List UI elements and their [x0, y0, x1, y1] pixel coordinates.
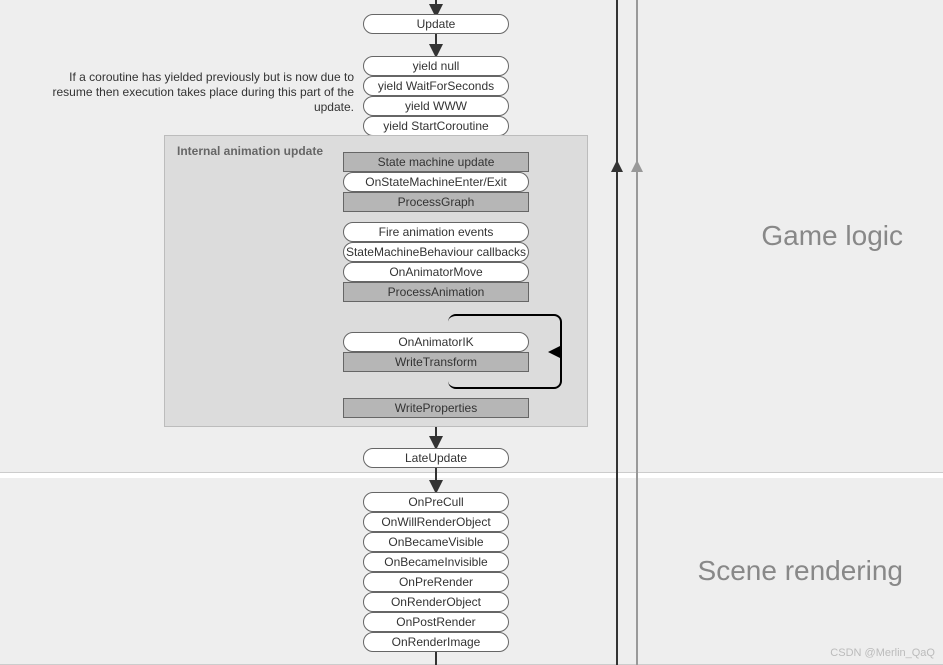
- arrow-up-icon: [548, 346, 560, 358]
- node-yield-startcoroutine: yield StartCoroutine: [363, 116, 509, 136]
- node-state-machine-behaviour-callbacks: StateMachineBehaviour callbacks: [343, 242, 529, 262]
- node-on-animator-move: OnAnimatorMove: [343, 262, 529, 282]
- node-on-will-render-object: OnWillRenderObject: [363, 512, 509, 532]
- node-yield-waitforseconds: yield WaitForSeconds: [363, 76, 509, 96]
- arrow-up-icon: [631, 160, 643, 172]
- node-on-render-image: OnRenderImage: [363, 632, 509, 652]
- node-on-state-machine-enter-exit: OnStateMachineEnter/Exit: [343, 172, 529, 192]
- internal-animation-update-title: Internal animation update: [177, 144, 323, 158]
- node-state-machine-update: State machine update: [343, 152, 529, 172]
- node-fire-animation-events: Fire animation events: [343, 222, 529, 242]
- band-label-game-logic: Game logic: [761, 220, 903, 252]
- node-process-graph: ProcessGraph: [343, 192, 529, 212]
- node-late-update: LateUpdate: [363, 448, 509, 468]
- node-write-properties: WriteProperties: [343, 398, 529, 418]
- flow-line: [435, 652, 437, 665]
- node-on-post-render: OnPostRender: [363, 612, 509, 632]
- coroutine-annotation: If a coroutine has yielded previously bu…: [34, 70, 354, 115]
- node-update: Update: [363, 14, 509, 34]
- frame-loop-line-dark: [616, 0, 618, 665]
- arrow-up-icon: [611, 160, 623, 172]
- node-on-render-object: OnRenderObject: [363, 592, 509, 612]
- animator-loop-bracket: [448, 314, 562, 389]
- node-on-pre-render: OnPreRender: [363, 572, 509, 592]
- node-on-became-invisible: OnBecameInvisible: [363, 552, 509, 572]
- node-on-pre-cull: OnPreCull: [363, 492, 509, 512]
- watermark: CSDN @Merlin_QaQ: [830, 647, 935, 659]
- band-label-scene-rendering: Scene rendering: [698, 555, 903, 587]
- frame-loop-line-light: [636, 0, 638, 665]
- node-yield-www: yield WWW: [363, 96, 509, 116]
- node-process-animation: ProcessAnimation: [343, 282, 529, 302]
- node-yield-null: yield null: [363, 56, 509, 76]
- node-on-became-visible: OnBecameVisible: [363, 532, 509, 552]
